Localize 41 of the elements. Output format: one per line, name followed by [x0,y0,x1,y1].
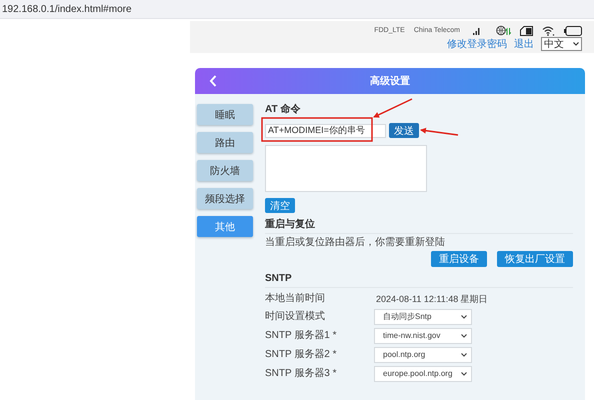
field-label: SNTP 服务器1 * [265,329,338,343]
select-field[interactable]: 自动同步Sntp [374,309,472,325]
field-label: 时间设置模式 [265,310,326,324]
sidebar-item[interactable]: 路由 [197,132,253,153]
sidebar-item[interactable]: 睡眠 [197,104,253,125]
sidebar-item[interactable]: 防火墙 [197,160,253,181]
field-value: 2024-08-11 12:11:48 星期日 [375,293,488,306]
header-link[interactable]: 退出 [514,37,534,51]
section-title: SNTP [265,273,292,285]
field-label: 本地当前时间 [265,292,326,306]
reboot-note: 当重启或复位路由器后，你需要重新登陆 [265,237,446,249]
annotation-arrow [373,98,412,118]
header-link[interactable]: 修改登录密码 [447,37,507,51]
section-title: AT 命令 [265,104,300,116]
section-title: 重启与复位 [265,219,315,231]
chevron-icon [461,315,467,319]
chevron-icon [461,353,467,357]
chevron-icon [461,372,467,376]
back-icon[interactable] [209,75,217,87]
chevron-icon [573,42,579,46]
select-field[interactable]: time-nw.nist.gov [374,328,472,344]
clear-button[interactable]: 清空 [265,198,295,213]
action-button[interactable]: 重启设备 [431,251,487,267]
annotation-arrow [420,128,458,136]
url-text[interactable]: 192.168.0.1/index.html#more [2,4,132,14]
battery-icon [564,26,582,36]
chevron-icon [461,334,467,338]
sidebar-item[interactable]: 频段选择 [197,188,253,209]
field-label: SNTP 服务器3 * [265,367,338,381]
language-select[interactable]: 中文 [541,37,582,51]
select-field[interactable]: pool.ntp.org [374,347,472,363]
globe-icon [496,25,511,36]
send-button[interactable]: 发送 [389,123,419,138]
signal-icon [473,26,481,34]
sim-card-icon [520,26,533,36]
field-label: SNTP 服务器2 * [265,348,338,362]
action-button[interactable]: 恢复出厂设置 [497,251,573,267]
input-field[interactable]: AT+MODIMEI=你的串号 [265,124,386,138]
select-field[interactable]: europe.pool.ntp.org [374,366,472,382]
page-title: 高级设置 [369,74,411,88]
wifi-icon [542,25,555,36]
